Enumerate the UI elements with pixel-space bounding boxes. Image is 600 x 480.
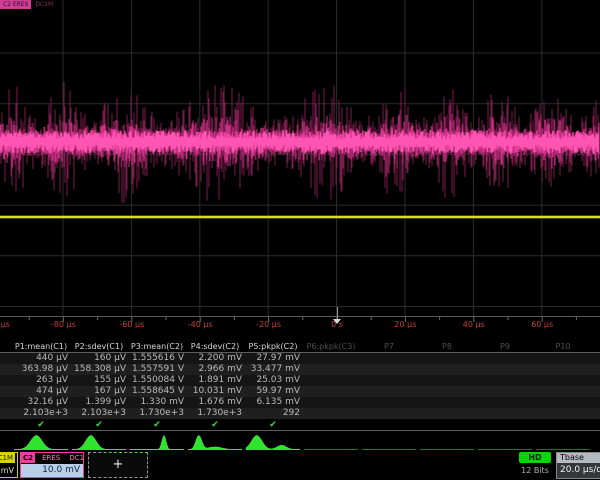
hd-mode-badge[interactable]: HD: [519, 452, 551, 463]
measurement-column-header[interactable]: P7: [360, 340, 418, 353]
histicon: [70, 433, 128, 452]
timebase-axis: -100 µs -80 µs -60 µs -40 µs -20 µs 0 s 20 µs 4…: [0, 316, 600, 341]
histicon: [360, 433, 418, 452]
waveform-graticule: [0, 0, 600, 316]
measurement-value-cell: 474 µV: [12, 386, 70, 397]
measurement-table[interactable]: P1:mean(C1)P2:sdev(C1)P3:mean(C2)P4:sdev…: [0, 340, 600, 431]
measurement-value-cell: 27.97 mV: [244, 353, 302, 364]
measurement-value-cell: 158.308 µV: [70, 364, 128, 375]
table-row-value: 440 µV160 µV1.555616 V2.200 mV27.97 mV: [0, 353, 600, 364]
histicon: [534, 433, 592, 452]
hd-bits-label: 12 Bits: [513, 466, 557, 475]
table-row-min: 263 µV155 µV1.550084 V1.891 mV25.03 mV: [0, 375, 600, 386]
status-checkmark-icon: ✔: [244, 419, 302, 431]
measurement-value-cell: 32.16 µV: [12, 397, 70, 408]
trace-annotation-detail: DC1M: [33, 1, 53, 8]
table-header-row: P1:mean(C1)P2:sdev(C1)P3:mean(C2)P4:sdev…: [0, 340, 600, 353]
histicon: [12, 433, 70, 452]
timebase-value: 20.0 µs/div: [557, 463, 600, 478]
measurement-value-cell: 292: [244, 408, 302, 419]
measurement-value-cell: 33.477 mV: [244, 364, 302, 375]
measurement-value-cell: 160 µV: [70, 353, 128, 364]
waveform-display[interactable]: C2 ERES DC1M: [0, 0, 600, 316]
time-tick-label: -20 µs: [246, 320, 292, 329]
c2-channel-badge: C2: [21, 453, 35, 463]
bottom-bar: C1 DC1M 10.0 mV C2 ERES DC1M 10.0 mV + H…: [0, 452, 600, 480]
measurement-value-cell: 1.555616 V: [128, 353, 186, 364]
measurement-value-cell: 2.966 mV: [186, 364, 244, 375]
measurement-value-cell: 363.98 µV: [12, 364, 70, 375]
histicon: [418, 433, 476, 452]
measurement-value-cell: 2.200 mV: [186, 353, 244, 364]
measurement-value-cell: 1.399 µV: [70, 397, 128, 408]
measurement-value-cell: 1.330 mV: [128, 397, 186, 408]
channel-c1-descriptor[interactable]: C1 DC1M 10.0 mV: [0, 452, 18, 478]
time-tick-label: 20 µs: [382, 320, 428, 329]
measurement-value-cell: 440 µV: [12, 353, 70, 364]
histicon: [476, 433, 534, 452]
time-tick-label: -80 µs: [40, 320, 86, 329]
table-row-max: 474 µV167 µV1.558645 V10.031 mV59.97 mV: [0, 386, 600, 397]
oscilloscope-screen: C2 ERES DC1M -100 µs -80 µs -60 µs -40 µs -2…: [0, 0, 600, 480]
measurement-value-cell: 1.891 mV: [186, 375, 244, 386]
axis-ticks: [0, 317, 600, 323]
measurement-value-cell: 1.557591 V: [128, 364, 186, 375]
measurement-value-cell: 59.97 mV: [244, 386, 302, 397]
histicon: [186, 433, 244, 452]
timebase-label: Tbase: [557, 453, 600, 463]
measurement-column-header[interactable]: P10: [534, 340, 592, 353]
status-checkmark-icon: ✔: [186, 419, 244, 431]
histicon: [302, 433, 360, 452]
table-row-sdev: 32.16 µV1.399 µV1.330 mV1.676 mV6.135 mV: [0, 397, 600, 408]
time-tick-label: 0 s: [314, 320, 360, 329]
measurement-value-cell: 263 µV: [12, 375, 70, 386]
time-tick-label: 60 µs: [519, 320, 565, 329]
measurement-column-header[interactable]: P9: [476, 340, 534, 353]
time-tick-label: -60 µs: [109, 320, 155, 329]
measurement-value-cell: 167 µV: [70, 386, 128, 397]
table-row-num: 2.103e+32.103e+31.730e+31.730e+3292: [0, 408, 600, 419]
measurement-column-header[interactable]: P2:sdev(C1): [70, 340, 128, 353]
measurement-value-cell: 10.031 mV: [186, 386, 244, 397]
measurement-value-cell: 155 µV: [70, 375, 128, 386]
timebase-descriptor[interactable]: Tbase 20.0 µs/div: [556, 452, 600, 479]
c2-coupling-badge: DC1M: [67, 453, 83, 463]
c1-volts-per-div[interactable]: 10.0 mV: [0, 464, 17, 477]
table-row-status: ✔✔✔✔✔: [0, 419, 600, 431]
measurement-value-cell: 1.730e+3: [128, 408, 186, 419]
measurement-value-cell: 6.135 mV: [244, 397, 302, 408]
c1-descriptor-top: C1 DC1M: [0, 453, 17, 464]
measurement-value-cell: 1.550084 V: [128, 375, 186, 386]
measurement-value-cell: 25.03 mV: [244, 375, 302, 386]
time-tick-label: -40 µs: [177, 320, 223, 329]
c1-coupling-badge: DC1M: [0, 453, 15, 463]
channel-c2-descriptor[interactable]: C2 ERES DC1M 10.0 mV: [20, 452, 84, 478]
c2-descriptor-top: C2 ERES DC1M: [21, 453, 83, 464]
measurement-column-header[interactable]: P8: [418, 340, 476, 353]
measurement-value-cell: 2.103e+3: [12, 408, 70, 419]
measurement-column-header[interactable]: P5:pkpk(C2): [244, 340, 302, 353]
measurement-value-cell: 1.558645 V: [128, 386, 186, 397]
histicon-row: [0, 433, 600, 452]
time-tick-label: -100 µs: [0, 320, 18, 329]
trace-annotation: C2 ERES DC1M: [0, 0, 53, 9]
measurement-value-cell: 1.676 mV: [186, 397, 244, 408]
status-checkmark-icon: ✔: [12, 419, 70, 431]
measurement-column-header[interactable]: P4:sdev(C2): [186, 340, 244, 353]
histicon: [244, 433, 302, 452]
measurement-column-header[interactable]: P3:mean(C2): [128, 340, 186, 353]
add-trace-button[interactable]: +: [88, 452, 148, 478]
c2-volts-per-div[interactable]: 10.0 mV: [21, 464, 83, 477]
measurement-column-header[interactable]: P1:mean(C1): [12, 340, 70, 353]
histicon: [128, 433, 186, 452]
status-checkmark-icon: ✔: [128, 419, 186, 431]
time-tick-label: 40 µs: [451, 320, 497, 329]
measurement-value-cell: 2.103e+3: [70, 408, 128, 419]
trace-annotation-badge: C2 ERES: [0, 0, 31, 9]
c2-eres-badge: ERES: [40, 453, 62, 463]
measurement-column-header[interactable]: P6:pkpk(C3): [302, 340, 360, 353]
measurement-value-cell: 1.730e+3: [186, 408, 244, 419]
status-checkmark-icon: ✔: [70, 419, 128, 431]
table-row-mean: 363.98 µV158.308 µV1.557591 V2.966 mV33.…: [0, 364, 600, 375]
